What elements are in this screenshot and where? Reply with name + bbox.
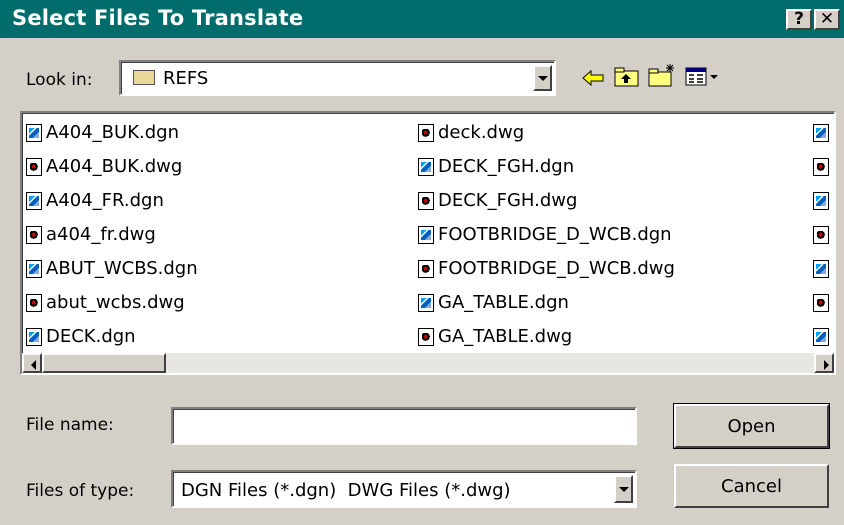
file-list-item[interactable]: A404_FR.dgn [26,189,406,213]
file-list-item[interactable]: DECK.dgn [26,325,406,349]
file-list-item[interactable]: DECK_FGH.dgn [418,155,798,179]
dgn-file-icon [26,124,42,142]
file-list[interactable]: A404_BUK.dgn A404_BUK.dwg A404_FR.dgn a404_… [20,111,836,375]
file-name-text: abut_wcbs.dwg [46,292,185,313]
dgn-file-icon [418,294,434,312]
dgn-file-icon[interactable] [813,328,829,346]
file-name-input[interactable] [171,407,637,445]
close-icon: ✕ [819,9,835,29]
dgn-file-icon [26,328,42,346]
files-of-type-combo[interactable]: DGN Files (*.dgn) DWG Files (*.dwg) [171,470,637,508]
dwg-file-icon [26,226,42,244]
file-name-text: a404_fr.dwg [46,224,156,245]
file-name-text: A404_BUK.dgn [46,122,179,143]
files-of-type-dropdown-button[interactable] [614,475,633,503]
dwg-file-icon [418,192,434,210]
file-name-text: ABUT_WCBS.dgn [46,258,198,279]
file-list-item[interactable]: a404_fr.dwg [26,223,406,247]
file-list-item[interactable]: DECK_FGH.dwg [418,189,798,213]
dgn-file-icon [26,260,42,278]
file-list-item[interactable]: deck.dwg [418,121,798,145]
window-title: Select Files To Translate [12,6,304,30]
back-arrow-icon[interactable] [581,68,605,88]
close-button[interactable]: ✕ [814,9,840,30]
file-name-text: FOOTBRIDGE_D_WCB.dwg [438,258,675,279]
open-button-label: Open [727,416,776,437]
dwg-file-icon [26,294,42,312]
dwg-file-icon [418,124,434,142]
dwg-file-icon [418,328,434,346]
dgn-file-icon[interactable] [813,124,829,142]
files-of-type-value: DGN Files (*.dgn) DWG Files (*.dwg) [181,480,511,501]
file-list-item[interactable]: GA_TABLE.dwg [418,325,798,349]
file-name-text: GA_TABLE.dgn [438,292,569,313]
dwg-file-icon[interactable] [813,226,829,244]
dgn-file-icon [418,226,434,244]
file-list-item[interactable]: FOOTBRIDGE_D_WCB.dwg [418,257,798,281]
scroll-right-button[interactable] [814,353,834,373]
file-name-text: DECK_FGH.dgn [438,156,575,177]
look-in-value: REFS [163,68,209,89]
file-name-text: deck.dwg [438,122,525,143]
dwg-file-icon[interactable] [813,294,829,312]
title-bar: Select Files To Translate ? ✕ [0,0,844,38]
look-in-combo[interactable]: REFS [119,60,556,96]
file-name-text: GA_TABLE.dwg [438,326,573,347]
cancel-button[interactable]: Cancel [674,464,829,508]
file-list-item[interactable]: GA_TABLE.dgn [418,291,798,315]
dwg-file-icon[interactable] [813,158,829,176]
folder-icon [133,70,155,85]
files-of-type-label: Files of type: [26,481,135,501]
look-in-dropdown-button[interactable] [533,65,552,91]
help-icon: ? [794,9,804,29]
help-button[interactable]: ? [786,9,812,30]
file-list-item[interactable]: A404_BUK.dgn [26,121,406,145]
view-menu-icon[interactable] [685,66,721,88]
cancel-button-label: Cancel [721,476,782,497]
file-list-item[interactable]: abut_wcbs.dwg [26,291,406,315]
dgn-file-icon[interactable] [813,192,829,210]
file-name-text: FOOTBRIDGE_D_WCB.dgn [438,224,672,245]
file-name-text: DECK_FGH.dwg [438,190,578,211]
dgn-file-icon [26,192,42,210]
horizontal-scrollbar[interactable] [22,353,834,373]
dgn-file-icon [418,158,434,176]
dwg-file-icon [26,158,42,176]
file-list-item[interactable]: A404_BUK.dwg [26,155,406,179]
look-in-label: Look in: [26,70,93,90]
file-name-label: File name: [26,415,114,435]
file-list-item[interactable]: FOOTBRIDGE_D_WCB.dgn [418,223,798,247]
file-name-text: DECK.dgn [46,326,136,347]
file-name-text: A404_BUK.dwg [46,156,183,177]
new-folder-icon[interactable] [648,62,678,88]
file-list-item[interactable]: ABUT_WCBS.dgn [26,257,406,281]
file-name-text: A404_FR.dgn [46,190,164,211]
dwg-file-icon [418,260,434,278]
up-folder-icon[interactable] [614,66,640,88]
dgn-file-icon[interactable] [813,260,829,278]
open-button[interactable]: Open [673,403,830,449]
scroll-left-button[interactable] [22,353,42,373]
scroll-thumb[interactable] [42,353,166,373]
